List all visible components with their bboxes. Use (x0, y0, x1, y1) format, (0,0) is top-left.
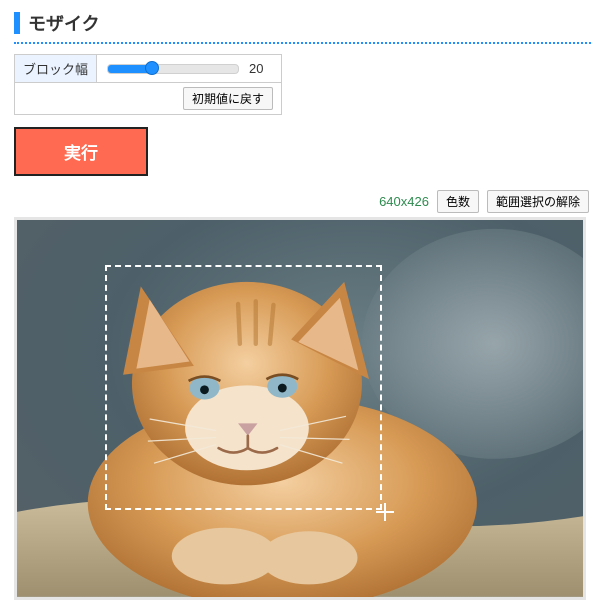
accent-bar (14, 12, 20, 34)
image-preview-frame[interactable] (14, 217, 586, 600)
section-title-text: モザイク (28, 10, 100, 36)
image-dimensions: 640x426 (379, 194, 429, 209)
selection-rectangle[interactable] (105, 265, 382, 510)
block-width-value: 20 (249, 61, 273, 76)
image-info-bar: 640x426 色数 範囲選択の解除 (14, 190, 591, 213)
block-width-slider[interactable] (107, 64, 239, 74)
section-title: モザイク (14, 10, 591, 36)
parameters-table: ブロック幅 20 初期値に戻す (14, 54, 282, 115)
reset-defaults-button[interactable]: 初期値に戻す (183, 87, 273, 110)
color-count-button[interactable]: 色数 (437, 190, 479, 213)
section-divider (14, 42, 591, 44)
block-width-label: ブロック幅 (15, 55, 97, 83)
execute-button[interactable]: 実行 (14, 127, 148, 176)
param-row-block-width: ブロック幅 20 (15, 55, 282, 83)
clear-selection-button[interactable]: 範囲選択の解除 (487, 190, 589, 213)
